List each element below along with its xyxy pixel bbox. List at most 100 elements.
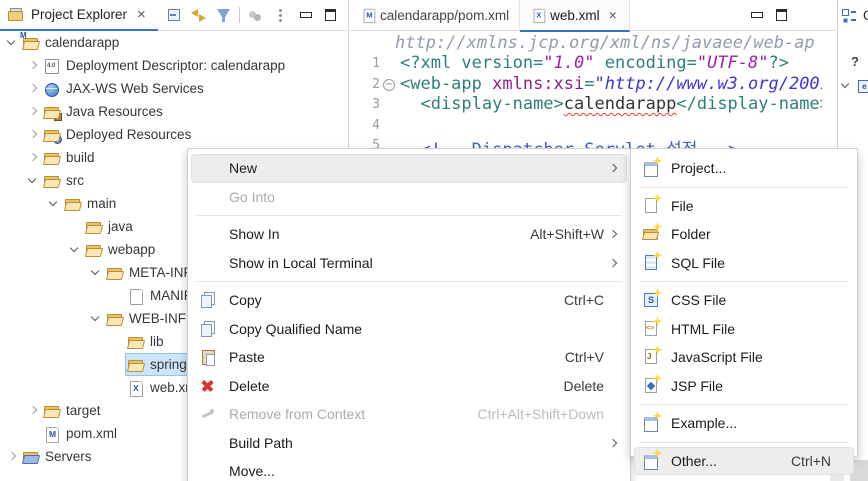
expander-icon[interactable]	[88, 265, 104, 281]
menu-item-javascript-file[interactable]: J JavaScript File	[634, 343, 854, 372]
tree-item-body: WEB-INF	[104, 307, 192, 330]
menu-item-label: Build Path	[229, 434, 293, 451]
menu-item-move[interactable]: Move...	[191, 457, 627, 481]
outline-header[interactable]: O	[841, 7, 868, 23]
tree-item-label: src	[66, 173, 84, 188]
expander-icon[interactable]	[25, 81, 41, 97]
menu-item-file[interactable]: File	[634, 192, 854, 221]
tab-project-explorer[interactable]: Project Explorer ×	[0, 0, 158, 31]
menu-item-paste[interactable]: Paste Ctrl+V	[191, 343, 627, 372]
minimize-icon[interactable]	[293, 3, 318, 27]
editor-tab-calendarapp-pom-xml[interactable]: Mcalendarapp/pom.xml	[350, 0, 521, 30]
link-with-editor-icon[interactable]	[186, 3, 211, 27]
editor-tab-web-xml[interactable]: Xweb.xml ×	[520, 0, 630, 32]
menu-item-label: JSP File	[671, 377, 723, 394]
toolbar-separator	[239, 7, 240, 23]
menu-item-new[interactable]: New	[191, 154, 627, 183]
tree-item-deployment-descriptor-calendarapp[interactable]: 4.0 Deployment Descriptor: calendarapp	[0, 54, 347, 77]
editor-tab-label: calendarapp/pom.xml	[380, 7, 510, 23]
menu-item-html-file[interactable]: <> HTML File	[634, 315, 854, 344]
menu-item-css-file[interactable]: S CSS File	[634, 286, 854, 315]
menu-item-label: File	[671, 197, 694, 214]
outline-xml-prolog-item[interactable]: ?	[851, 54, 859, 69]
paste-icon	[198, 349, 220, 367]
menu-item-copy[interactable]: Copy Ctrl+C	[191, 286, 627, 315]
js-icon: J	[641, 345, 663, 365]
menu-item-project[interactable]: Project...	[634, 154, 854, 183]
menu-item-label: Example...	[671, 415, 738, 432]
filter-icon[interactable]	[211, 3, 236, 27]
menu-item-show-in[interactable]: Show In Alt+Shift+W	[191, 220, 627, 249]
delete-icon	[198, 378, 220, 394]
menu-item-build-path[interactable]: Build Path	[191, 429, 627, 458]
menu-icon-spacer	[198, 160, 220, 176]
menu-item-example[interactable]: Example...	[634, 409, 854, 438]
tree-item-label: lib	[150, 334, 164, 349]
view-menu-icon[interactable]	[268, 3, 293, 27]
expander-icon[interactable]	[838, 78, 854, 94]
copy-qn-icon	[198, 320, 220, 337]
menu-item-shortcut: Ctrl+N	[790, 452, 831, 469]
menu-item-label: Go Into	[229, 188, 275, 205]
expander-icon[interactable]	[25, 58, 41, 74]
folder-icon	[85, 242, 103, 258]
menu-item-label: Show In	[229, 226, 280, 243]
tree-item-body: java	[83, 215, 139, 238]
menu-item-label: JavaScript File	[671, 349, 763, 366]
outline-webapp-item[interactable]: e	[838, 78, 868, 94]
code-text: <web-app xmlns:xsi="http://www.w3.org/20…	[400, 73, 822, 94]
menu-item-sql-file[interactable]: SQL File	[634, 249, 854, 278]
menu-item-label: Delete	[229, 377, 270, 394]
tree-item-jax-ws-web-services[interactable]: JAX-WS Web Services	[0, 77, 347, 100]
expander-icon[interactable]	[67, 242, 83, 258]
outline-icon	[841, 7, 857, 23]
tree-item-deployed-resources[interactable]: Deployed Resources	[0, 123, 347, 146]
close-icon[interactable]: ×	[607, 7, 619, 23]
tree-item-label: META-INF	[129, 265, 192, 280]
line-number: 1	[372, 56, 380, 71]
expander-icon[interactable]	[4, 35, 20, 51]
expander-icon[interactable]	[25, 127, 41, 143]
tree-item-label: target	[66, 403, 101, 418]
menu-item-label: Folder	[671, 226, 711, 243]
menu-icon-spacer	[198, 435, 220, 451]
menu-item-label: Copy Qualified Name	[229, 320, 363, 337]
menu-item-label: SQL File	[671, 254, 725, 271]
expander-icon[interactable]	[46, 196, 62, 212]
menu-item-shortcut: Delete	[563, 377, 604, 394]
tree-item-calendarapp[interactable]: Mcalendarapp	[0, 31, 347, 54]
focus-icon[interactable]	[243, 3, 268, 27]
menu-item-show-in-local-terminal[interactable]: Show in Local Terminal	[191, 249, 627, 278]
java-res-icon	[43, 104, 62, 121]
folder-icon	[43, 173, 61, 189]
expander-icon[interactable]	[88, 311, 104, 327]
maximize-icon[interactable]	[318, 3, 343, 27]
menu-item-other[interactable]: Other... Ctrl+N	[634, 446, 854, 475]
expander-icon[interactable]	[25, 150, 41, 166]
menu-item-jsp-file[interactable]: JSP File	[634, 372, 854, 401]
menu-item-shortcut: Ctrl+V	[564, 349, 604, 366]
expander-icon[interactable]	[25, 104, 41, 120]
menu-item-folder[interactable]: Folder	[634, 220, 854, 249]
editor-window-buttons	[744, 0, 836, 30]
expander-icon[interactable]	[4, 449, 20, 465]
menu-item-remove-from-context: Remove from Context Ctrl+Alt+Shift+Down	[191, 400, 627, 429]
menu-item-copy-qualified-name[interactable]: Copy Qualified Name	[191, 315, 627, 344]
maximize-icon[interactable]	[769, 3, 794, 27]
tree-item-body: Mpom.xml	[41, 422, 123, 445]
tree-item-label: build	[66, 150, 95, 165]
menu-item-delete[interactable]: Delete Delete	[191, 372, 627, 401]
code-line-4: 4	[350, 115, 822, 136]
folder-icon	[106, 311, 124, 327]
tree-item-body: build	[41, 146, 101, 169]
menu-icon-spacer	[198, 226, 220, 242]
collapse-all-icon[interactable]	[161, 3, 186, 27]
tree-item-java-resources[interactable]: Java Resources	[0, 100, 347, 123]
fold-icon[interactable]: −	[383, 78, 395, 91]
expander-icon[interactable]	[25, 173, 41, 189]
minimize-icon[interactable]	[744, 3, 769, 27]
menu-item-shortcut: Alt+Shift+W	[530, 226, 604, 243]
close-icon[interactable]: ×	[135, 6, 148, 23]
expander-icon[interactable]	[25, 403, 41, 419]
